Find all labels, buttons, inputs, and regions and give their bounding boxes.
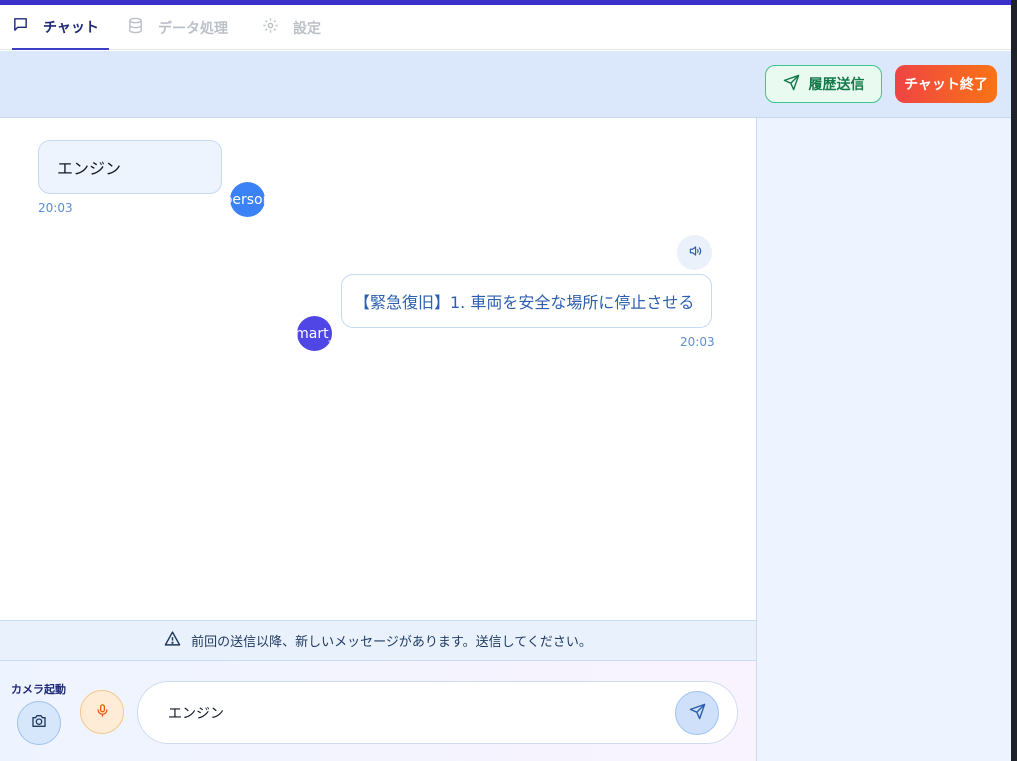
bot-message-time: 20:03 [680,335,715,349]
tab-settings-label: 設定 [293,20,321,37]
send-history-button[interactable]: 履歴送信 [765,65,882,103]
notice-text: 前回の送信以降、新しいメッセージがあります。送信してください。 [191,635,592,650]
send-history-label: 履歴送信 [808,77,865,93]
warning-icon [164,630,181,651]
user-message-time: 20:03 [38,201,73,215]
send-icon [783,74,800,95]
chat-messages: エンジン 20:03 person 【緊急復旧】1. 車両を安全な場所に停止させ… [0,118,756,620]
unsent-notice: 前回の送信以降、新しいメッセージがあります。送信してください。 [0,620,756,661]
message-input[interactable] [168,702,648,724]
user-avatar: person [230,182,265,217]
bot-message-bubble: 【緊急復旧】1. 車両を安全な場所に停止させる [341,274,712,328]
send-icon [689,703,706,724]
send-message-button[interactable] [675,691,719,735]
user-message-text: エンジン [57,159,122,178]
microphone-button[interactable] [80,690,124,734]
microphone-icon [95,703,110,722]
tab-settings[interactable]: 設定 [262,5,321,50]
camera-label: カメラ起動 [11,683,66,696]
tab-bar: チャット データ処理 設定 [0,5,1011,50]
input-bar: カメラ起動 [0,661,756,761]
bot-message-text: 【緊急復旧】1. 車両を安全な場所に停止させる [354,293,695,312]
message-input-container [137,681,738,744]
tab-chat-label: チャット [43,19,99,36]
camera-button[interactable] [17,701,61,745]
tab-data-processing[interactable]: データ処理 [127,5,228,50]
end-chat-button[interactable]: チャット終了 [895,65,997,103]
read-aloud-button[interactable] [677,235,712,270]
speaker-icon [688,243,702,262]
chat-bubble-icon [12,16,29,37]
action-bar: 履歴送信 チャット終了 [0,51,1011,118]
camera-icon [31,713,47,733]
side-panel [756,118,1011,761]
gear-icon [262,17,279,38]
tab-data-label: データ処理 [158,20,228,37]
app-window: チャット データ処理 設定 履歴送信 チャット終了 エンジン 20:03 ers… [0,0,1011,761]
user-message-bubble: エンジン [38,140,222,194]
bot-avatar: smart_t [297,316,332,351]
database-icon [127,17,144,38]
tab-chat[interactable]: チャット [12,5,109,50]
